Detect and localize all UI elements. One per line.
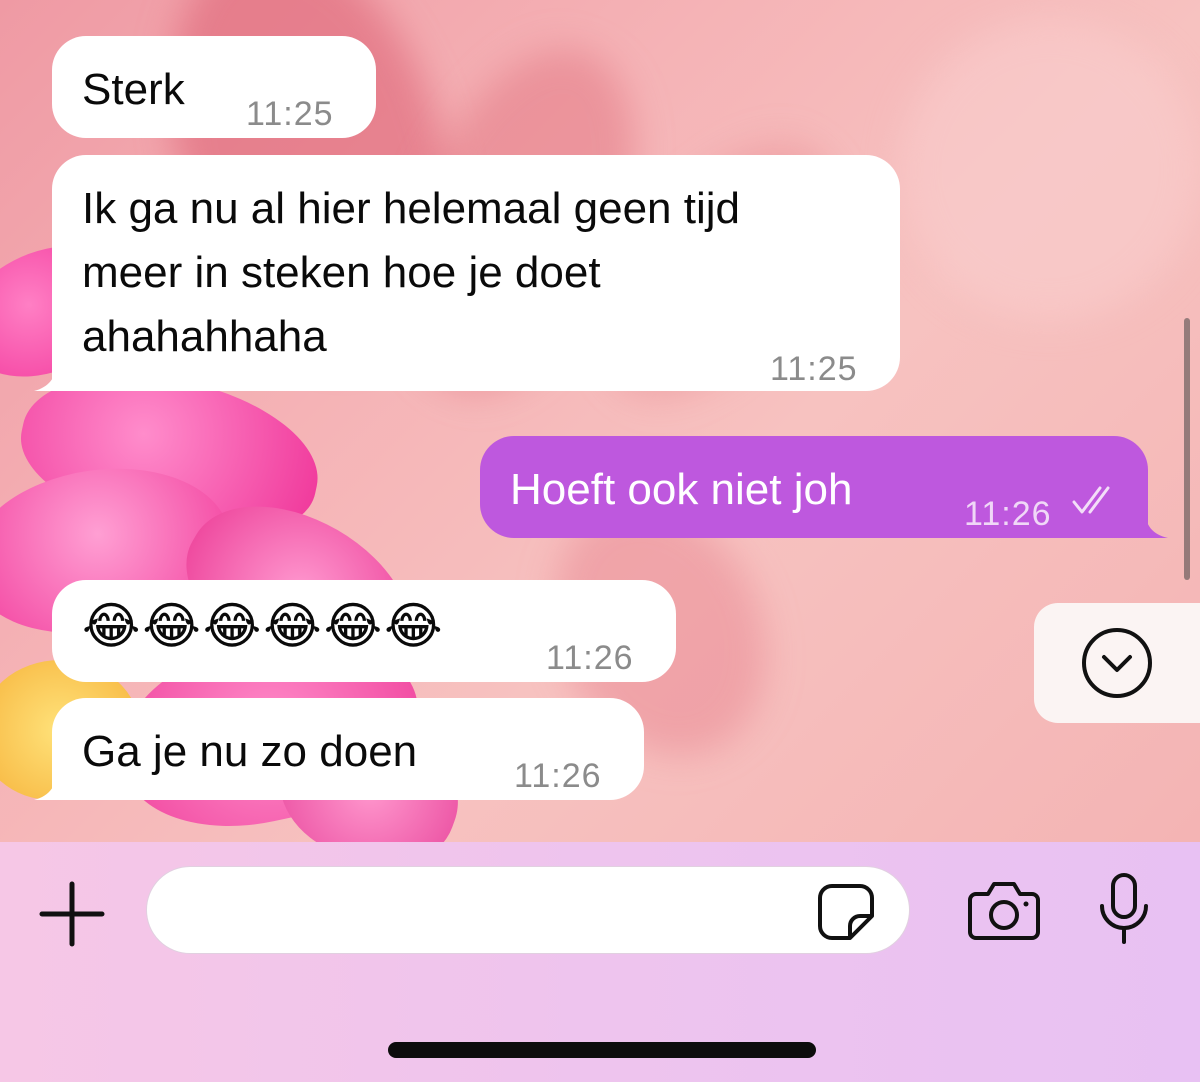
message-text-line: ahahahhaha [82,312,327,361]
message-text: Hoeft ook niet joh [510,465,853,514]
bubble-tail-icon [34,361,74,391]
message-outgoing[interactable]: Hoeft ook niet joh 11:26 [480,436,1168,538]
attach-button[interactable] [38,880,106,948]
bubble-tail-icon [34,770,74,800]
message-text-line: Ik ga nu al hier helemaal geen tijd [82,184,740,233]
message-time: 11:25 [246,95,334,133]
message-input[interactable] [181,867,821,953]
read-checkmarks-icon [1072,486,1110,514]
message-time: 11:26 [546,639,634,677]
scroll-to-bottom-button[interactable] [1034,603,1200,723]
camera-icon [968,882,1040,940]
message-text: Ga je nu zo doen [82,727,418,776]
bubble-tail-icon [1126,508,1168,538]
microphone-icon [1100,873,1148,944]
voice-message-button[interactable] [1096,872,1152,946]
sticker-icon [818,884,874,940]
message-time: 11:26 [514,757,602,795]
home-indicator[interactable] [388,1042,816,1058]
message-emoji: 😂😂😂😂😂😂 [82,597,445,655]
scrollbar[interactable] [1184,318,1190,580]
message-input-container [146,866,910,954]
message-time: 11:26 [964,495,1052,533]
sticker-button[interactable] [816,882,876,942]
message-text-line: meer in steken hoe je doet [82,248,601,297]
plus-icon [39,881,105,947]
message-incoming[interactable]: Sterk 11:25 [52,36,376,138]
message-text: Sterk [82,65,185,114]
chevron-down-circle-icon [1082,628,1152,698]
message-incoming[interactable]: 😂😂😂😂😂😂 11:26 [52,580,676,682]
message-incoming[interactable]: Ga je nu zo doen 11:26 [34,698,644,800]
message-time: 11:25 [770,350,858,388]
message-incoming[interactable]: Ik ga nu al hier helemaal geen tijd meer… [34,155,900,391]
camera-button[interactable] [966,880,1042,942]
